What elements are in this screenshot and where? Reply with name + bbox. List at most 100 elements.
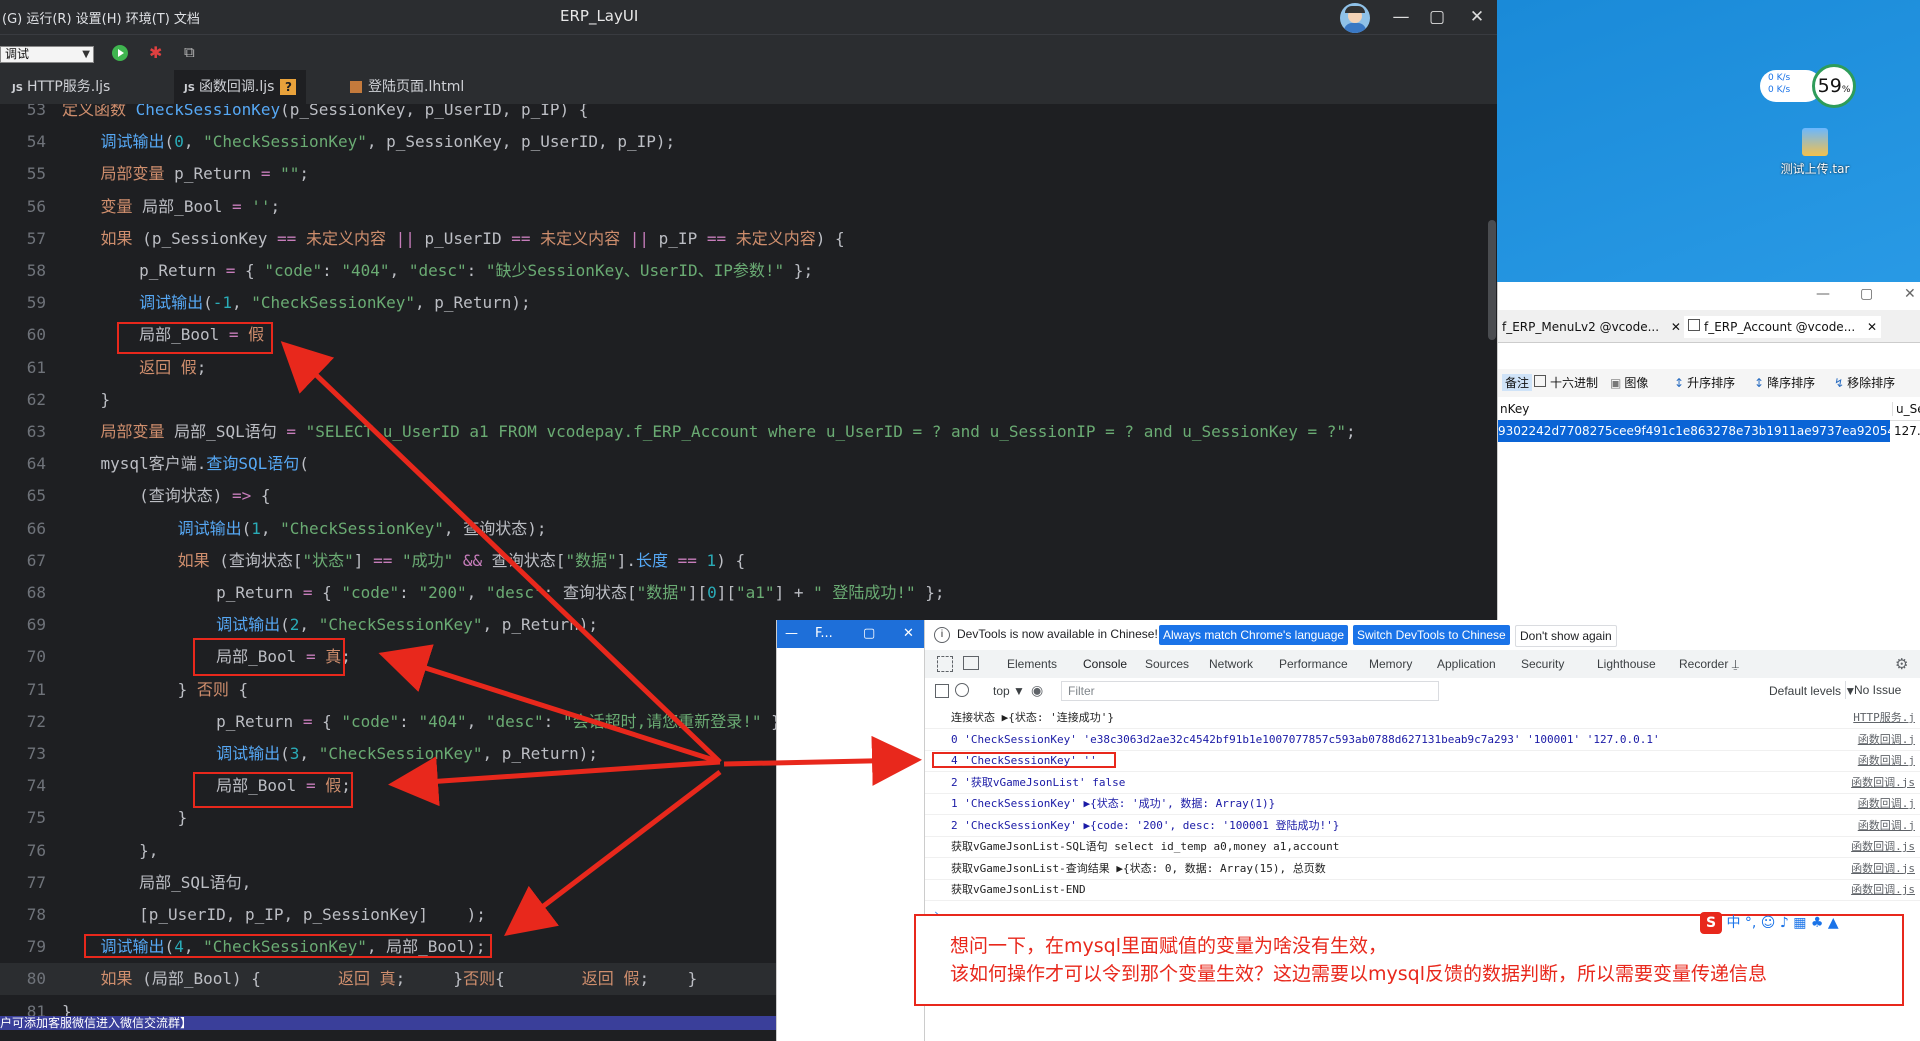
memory-percent-gauge[interactable]: 59% [1812,64,1856,108]
code-text[interactable]: p_Return = { "code": "404", "desc": "缺少S… [62,255,813,287]
tab-sources[interactable]: Sources [1145,650,1189,678]
code-line[interactable]: 67 如果 (查询状态["状态"] == "成功" && 查询状态["数据"].… [0,545,1497,577]
code-text[interactable]: p_Return = { "code": "200", "desc": 查询状态… [62,577,944,609]
db-tool-remark[interactable]: 备注 [1502,374,1533,391]
code-line[interactable]: 62 } [0,384,1497,416]
desktop-file-icon[interactable]: 测试上传.tar [1775,128,1855,188]
db-tool-hex[interactable]: 十六进制 [1534,374,1598,391]
tab-console[interactable]: Console [1079,650,1132,680]
maximize-icon[interactable]: ▢ [1424,4,1450,30]
console-line[interactable]: 获取vGameJsonList-END [951,880,1086,900]
match-language-button[interactable]: Always match Chrome's language [1159,625,1349,645]
code-line[interactable]: 68 p_Return = { "code": "200", "desc": 查… [0,577,1497,609]
db-close-icon[interactable]: ✕ [1904,286,1916,302]
console-line[interactable]: 1 'CheckSessionKey' ▶{状态: '成功', 数据: Arra… [951,794,1275,814]
minimize-icon[interactable]: — [1388,4,1414,30]
code-line[interactable]: 58 p_Return = { "code": "404", "desc": "… [0,255,1497,287]
code-text[interactable]: 调试输出(1, "CheckSessionKey", 查询状态); [62,513,547,545]
code-text[interactable]: 如果 (p_SessionKey == 未定义内容 || p_UserID ==… [62,223,845,255]
db-tab-account[interactable]: f_ERP_Account @vcode... ✕ [1684,316,1882,338]
minimize-icon[interactable]: — [785,620,798,648]
tab-elements[interactable]: Elements [1007,650,1057,678]
console-source-link[interactable]: 函数回调.j [1858,751,1915,771]
code-line[interactable]: 54 调试输出(0, "CheckSessionKey", p_SessionK… [0,126,1497,158]
console-line[interactable]: 连接状态 ▶{状态: '连接成功'} [951,708,1114,728]
code-line[interactable]: 59 调试输出(-1, "CheckSessionKey", p_Return)… [0,287,1497,319]
menu-bar[interactable]: (G) 运行(R) 设置(H) 环境(T) 文档 [2,8,200,27]
close-icon[interactable]: ✕ [1464,4,1490,30]
code-text[interactable]: 定义函数 CheckSessionKey(p_SessionKey, p_Use… [62,104,588,126]
settings-gear-icon[interactable]: ⚙ [1895,655,1908,673]
code-text[interactable]: (查询状态) => { [62,480,270,512]
code-line[interactable]: 56 变量 局部_Bool = ''; [0,191,1497,223]
code-text[interactable]: 调试输出(0, "CheckSessionKey", p_SessionKey,… [62,126,676,158]
code-text[interactable]: }, [62,835,158,867]
code-text[interactable]: 返回 假; [62,352,206,384]
tab-application[interactable]: Application [1437,650,1496,678]
tab-memory[interactable]: Memory [1369,650,1412,678]
code-line[interactable]: 63 局部变量 局部_SQL语句 = "SELECT u_UserID a1 F… [0,416,1497,448]
code-line[interactable]: 64 mysql客户端.查询SQL语句( [0,448,1497,480]
tab-performance[interactable]: Performance [1279,650,1348,678]
db-col-key[interactable]: nKey [1500,402,1529,416]
code-text[interactable]: 如果 (局部_Bool) { 返回 真; }否则{ 返回 假; } [62,963,698,995]
db-table-row[interactable]: 9302242d7708275cee9f491c1e863278e73b1911… [1498,420,1920,442]
code-line[interactable]: 65 (查询状态) => { [0,480,1497,512]
tab-recorder[interactable]: Recorder ⍊ [1679,650,1739,678]
console-source-link[interactable]: 函数回调.js [1851,773,1915,793]
run-config-select[interactable]: 调试 ▼ [0,46,94,63]
editor-scroll-thumb[interactable] [1488,220,1496,340]
tab-http-service[interactable]: JS HTTP服务.ljs [12,70,110,104]
tab-lighthouse[interactable]: Lighthouse [1597,650,1656,678]
console-line[interactable]: 获取vGameJsonList-SQL语句 select id_temp a0,… [951,837,1339,857]
code-text[interactable]: [p_UserID, p_IP, p_SessionKey] ); [62,899,486,931]
code-text[interactable]: mysql客户端.查询SQL语句( [62,448,309,480]
code-text[interactable]: 调试输出(2, "CheckSessionKey", p_Return); [62,609,598,641]
code-text[interactable]: 局部变量 p_Return = ""; [62,158,310,190]
close-icon[interactable]: ✕ [903,620,914,648]
console-source-link[interactable]: 函数回调.js [1851,837,1915,857]
db-tool-sort-asc[interactable]: ↕ 升序排序 [1674,374,1735,391]
code-text[interactable]: } [62,384,111,416]
context-select[interactable]: top ▼ [993,684,1025,698]
console-source-link[interactable]: 函数回调.js [1851,880,1915,900]
code-line[interactable]: 53 定义函数 CheckSessionKey(p_SessionKey, p_U… [0,104,1497,126]
code-text[interactable]: 调试输出(-1, "CheckSessionKey", p_Return); [62,287,531,319]
issues-counter[interactable]: No Issue [1845,681,1901,699]
console-filter-input[interactable]: Filter [1061,681,1439,701]
db-minimize-icon[interactable]: — [1816,286,1830,302]
switch-chinese-button[interactable]: Switch DevTools to Chinese [1353,625,1510,645]
db-cell-key[interactable]: 9302242d7708275cee9f491c1e863278e73b1911… [1498,420,1890,442]
code-line[interactable]: 66 调试输出(1, "CheckSessionKey", 查询状态); [0,513,1497,545]
console-source-link[interactable]: 函数回调.j [1858,816,1915,836]
sidebar-toggle-icon[interactable] [935,684,949,698]
debug-bug-icon[interactable]: ✱ [149,43,162,62]
code-line[interactable]: 55 局部变量 p_Return = ""; [0,158,1497,190]
code-text[interactable]: p_Return = { "code": "404", "desc": "会话超… [62,706,790,738]
clear-console-icon[interactable] [955,683,969,697]
console-source-link[interactable]: 函数回调.js [1851,859,1915,879]
log-levels-select[interactable]: Default levels ▼ [1769,684,1856,698]
console-line[interactable]: 2 'CheckSessionKey' ▶{code: '200', desc:… [951,816,1339,836]
device-toggle-icon[interactable] [963,656,979,670]
db-cell-session[interactable]: 127. [1894,420,1920,442]
console-source-link[interactable]: 函数回调.j [1858,794,1915,814]
ime-toolbar[interactable]: S 中 °, ☺ ♪ ▦ ♣ ▲ [1700,910,1839,936]
eye-icon[interactable]: ◉ [1031,682,1043,699]
console-line[interactable]: 2 '获取vGameJsonList' false [951,773,1125,793]
dont-show-again-button[interactable]: Don't show again [1515,625,1617,647]
db-tool-image[interactable]: ▣ 图像 [1610,374,1648,391]
maximize-icon[interactable]: ▢ [863,620,875,648]
code-line[interactable]: 57 如果 (p_SessionKey == 未定义内容 || p_UserID… [0,223,1497,255]
code-text[interactable]: 变量 局部_Bool = ''; [62,191,281,223]
db-col-session[interactable]: u_Se [1892,402,1920,416]
code-text[interactable]: } [62,802,188,834]
search-window-icon[interactable]: ⧉ [184,43,195,61]
run-icon[interactable] [112,45,128,61]
code-line[interactable]: 61 返回 假; [0,352,1497,384]
code-text[interactable]: 局部变量 局部_SQL语句 = "SELECT u_UserID a1 FROM… [62,416,1356,448]
tab-login-page[interactable]: 登陆页面.lhtml [350,70,464,104]
user-avatar[interactable] [1340,3,1370,33]
db-maximize-icon[interactable]: ▢ [1860,286,1873,302]
code-text[interactable]: } 否则 { [62,674,249,706]
